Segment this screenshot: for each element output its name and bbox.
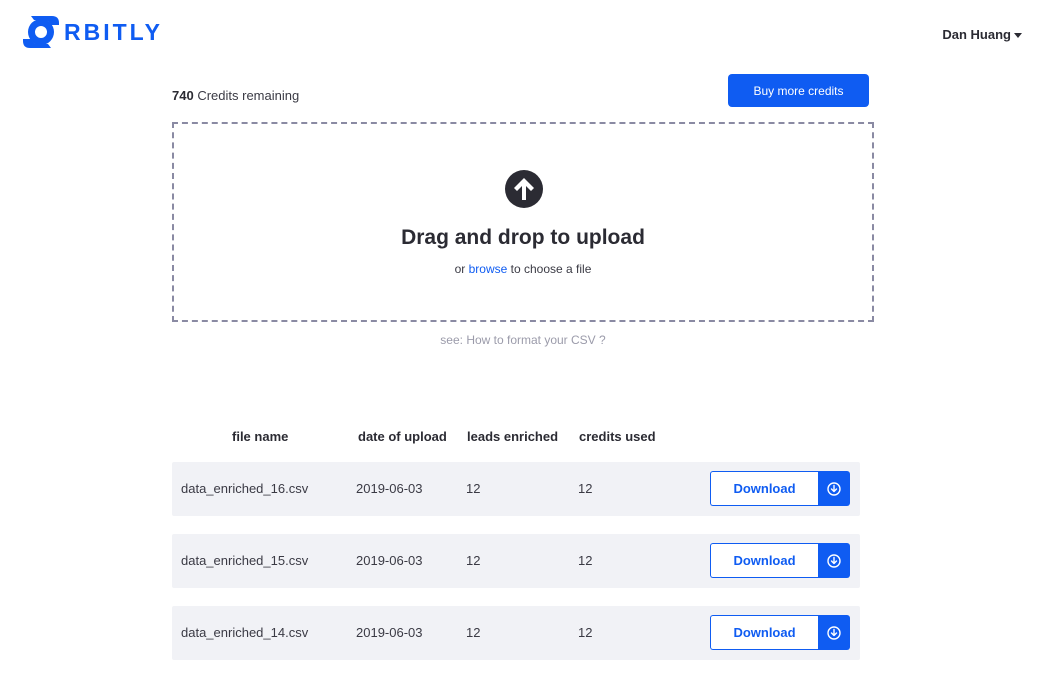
file-name-cell: data_enriched_15.csv	[181, 553, 309, 568]
download-icon-button[interactable]	[818, 471, 850, 506]
column-header-date: date of upload	[358, 429, 447, 444]
page: RBITLY Dan Huang 740 Credits remaining B…	[0, 0, 1051, 673]
browse-link[interactable]: browse	[469, 262, 508, 276]
column-header-credits: credits used	[579, 429, 656, 444]
download-button[interactable]: Download	[710, 615, 818, 650]
leads-cell: 12	[466, 481, 481, 496]
brand-logo[interactable]: RBITLY	[22, 12, 163, 52]
leads-cell: 12	[466, 553, 481, 568]
table-row: data_enriched_16.csv 2019-06-03 12 12 Do…	[172, 462, 860, 516]
credits-cell: 12	[578, 481, 593, 496]
credits-count: 740	[172, 88, 194, 103]
table-row: data_enriched_15.csv 2019-06-03 12 12 Do…	[172, 534, 860, 588]
user-name: Dan Huang	[942, 27, 1011, 42]
download-button[interactable]: Download	[710, 543, 818, 578]
file-name-cell: data_enriched_16.csv	[181, 481, 309, 496]
upload-dropzone[interactable]: Drag and drop to upload or browse to cho…	[172, 122, 874, 322]
credits-remaining: 740 Credits remaining	[172, 88, 299, 103]
download-button[interactable]: Download	[710, 471, 818, 506]
download-group: Download	[710, 543, 850, 578]
download-icon-button[interactable]	[818, 615, 850, 650]
download-group: Download	[710, 615, 850, 650]
upload-title: Drag and drop to upload	[401, 226, 645, 249]
brand-name: RBITLY	[64, 18, 163, 45]
upload-subtitle: or browse to choose a file	[174, 262, 872, 276]
caret-down-icon	[1014, 32, 1022, 38]
table-row: data_enriched_14.csv 2019-06-03 12 12 Do…	[172, 606, 860, 660]
csv-format-help: see: How to format your CSV ?	[172, 333, 874, 347]
leads-cell: 12	[466, 625, 481, 640]
date-cell: 2019-06-03	[356, 481, 423, 496]
credits-label: Credits remaining	[197, 88, 300, 103]
upload-arrow-icon	[505, 170, 543, 208]
download-circle-icon	[827, 481, 841, 496]
download-icon-button[interactable]	[818, 543, 850, 578]
credits-cell: 12	[578, 625, 593, 640]
buy-credits-button[interactable]: Buy more credits	[728, 74, 869, 107]
upload-sub-suffix: to choose a file	[510, 262, 592, 276]
credits-cell: 12	[578, 553, 593, 568]
file-name-cell: data_enriched_14.csv	[181, 625, 309, 640]
csv-format-link[interactable]: How to format your CSV ?	[466, 333, 605, 347]
upload-sub-prefix: or	[454, 262, 466, 276]
orbit-logo-icon	[23, 16, 59, 48]
column-header-file-name: file name	[232, 429, 289, 444]
date-cell: 2019-06-03	[356, 553, 423, 568]
download-group: Download	[710, 471, 850, 506]
column-header-leads: leads enriched	[467, 429, 559, 444]
download-circle-icon	[827, 625, 841, 640]
csv-help-prefix: see:	[440, 333, 463, 347]
date-cell: 2019-06-03	[356, 625, 423, 640]
download-circle-icon	[827, 553, 841, 568]
user-menu[interactable]: Dan Huang	[942, 27, 1022, 42]
